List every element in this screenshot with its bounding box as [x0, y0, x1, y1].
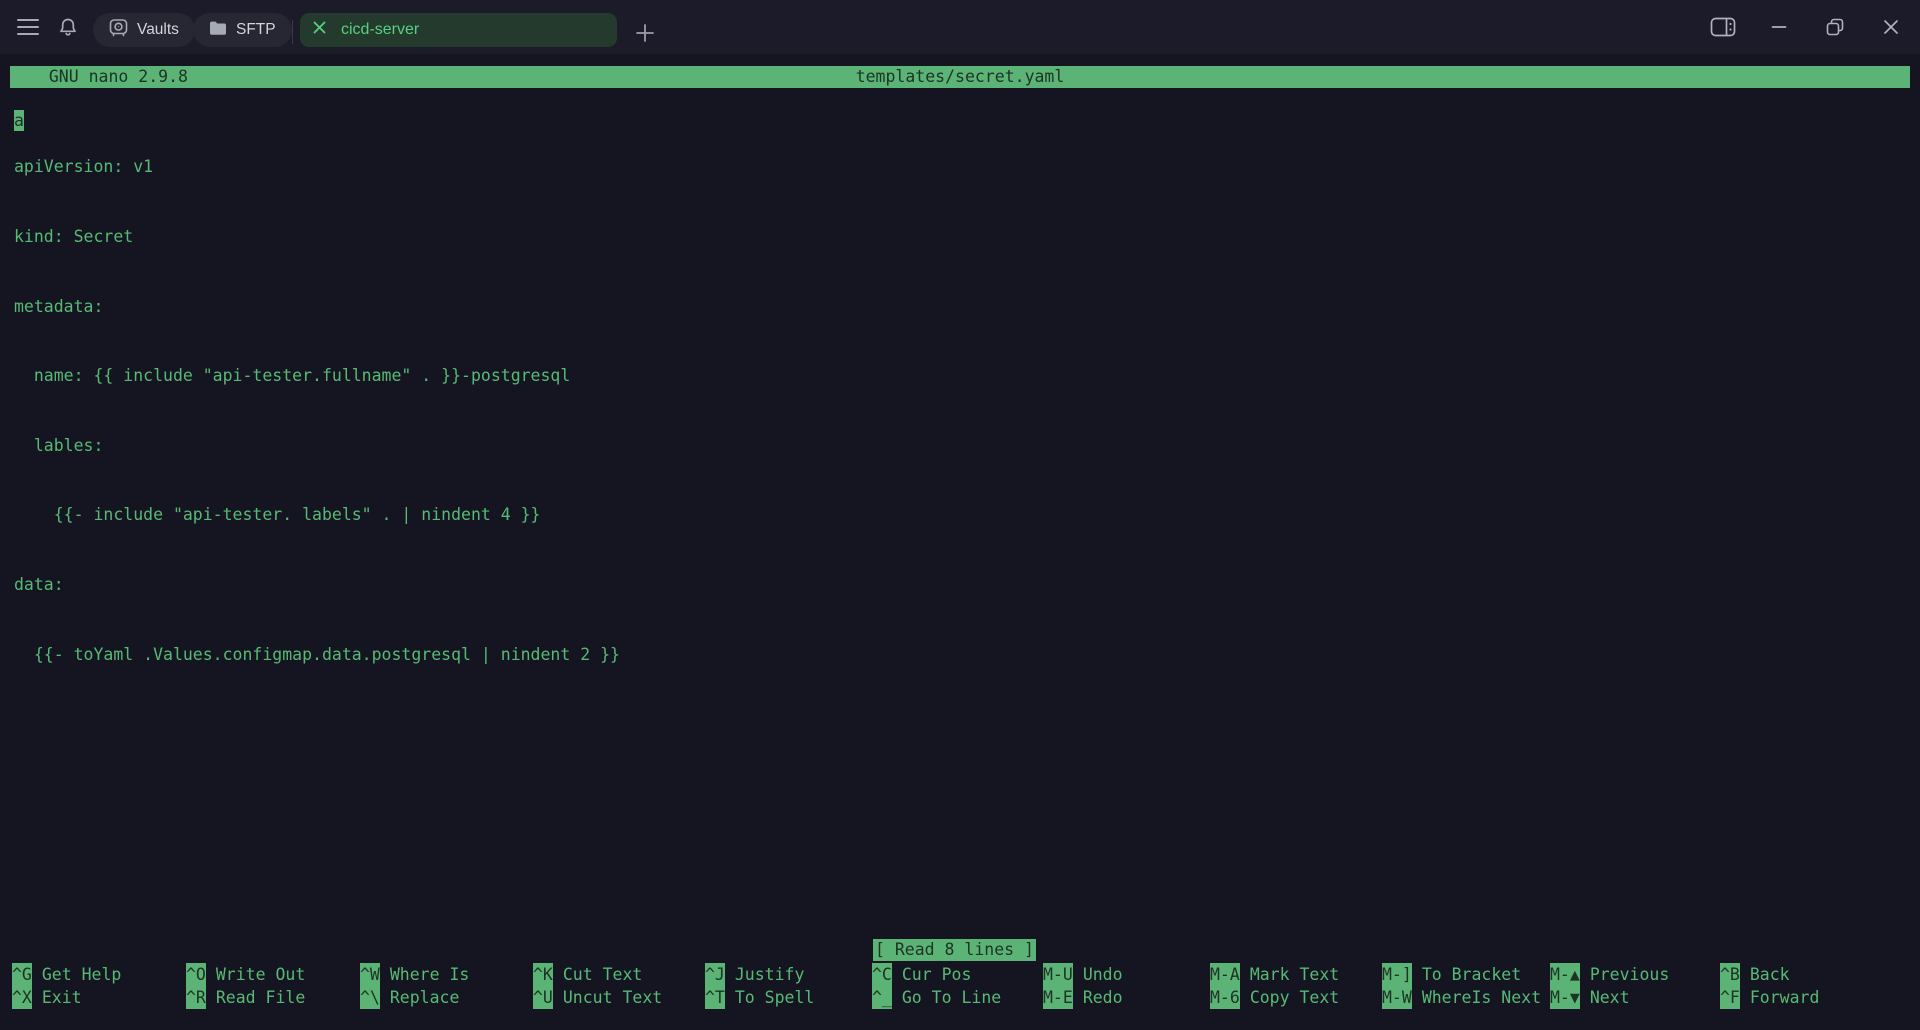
app-window: Vaults SFTP cicd-server GNU nano 2.9.8 t… [0, 0, 1920, 1030]
editor-line: {{- include "api-tester. labels" . | nin… [14, 505, 541, 525]
nano-shortcut-column: ^K Cut Text ^U Uncut Text [533, 963, 705, 1009]
nano-shortcut-column: ^W Where Is ^\ Replace [360, 963, 532, 1009]
shortcut-key[interactable]: M-W [1382, 986, 1412, 1009]
shortcut-label: Write Out [215, 965, 306, 984]
tab-cicd-server-label: cicd-server [341, 21, 420, 38]
nano-filename-label: templates/secret.yaml [855, 67, 1065, 86]
shortcut-key[interactable]: ^_ [872, 986, 892, 1009]
tab-vaults-label: Vaults [137, 21, 179, 38]
shortcut-label: Copy Text [1249, 988, 1340, 1007]
tab-separator [292, 20, 293, 44]
shortcut-key[interactable]: M-▼ [1550, 986, 1580, 1009]
nano-shortcut-column: M-▲ Previous M-▼ Next [1550, 963, 1722, 1009]
minimize-icon[interactable] [1762, 10, 1796, 44]
editor-line: {{- toYaml .Values.configmap.data.postgr… [14, 644, 620, 664]
shortcut-label: Replace [389, 988, 460, 1007]
shortcut-key[interactable]: ^F [1720, 986, 1740, 1009]
panel-toggle-icon[interactable] [1706, 10, 1740, 44]
vault-icon [109, 18, 128, 42]
shortcut-label: WhereIs Next [1421, 988, 1542, 1007]
bell-icon[interactable] [58, 17, 78, 43]
shortcut-key[interactable]: M-A [1210, 963, 1240, 986]
shortcut-label: Back [1749, 965, 1790, 984]
shortcut-label: Undo [1082, 965, 1123, 984]
nano-shortcut-column: ^O Write Out ^R Read File [186, 963, 358, 1009]
nano-shortcut-column: M-U Undo M-E Redo [1043, 963, 1215, 1009]
shortcut-key[interactable]: ^\ [360, 986, 380, 1009]
shortcut-key[interactable]: ^O [186, 963, 206, 986]
shortcut-label: To Spell [734, 988, 815, 1007]
editor-line: kind: Secret [14, 227, 134, 246]
nano-shortcut-column: ^C Cur Pos ^_ Go To Line [872, 963, 1044, 1009]
shortcut-key[interactable]: ^G [12, 963, 32, 986]
nano-shortcut-column: M-] To Bracket M-W WhereIs Next [1382, 963, 1554, 1009]
editor-line: metadata: [14, 296, 104, 316]
shortcut-key[interactable]: ^W [360, 963, 380, 986]
nano-title-bar: GNU nano 2.9.8 templates/secret.yaml [10, 66, 1910, 88]
shortcut-key[interactable]: ^B [1720, 963, 1740, 986]
nano-status-message: [ Read 8 lines ] [873, 939, 1036, 961]
shortcut-label: Mark Text [1249, 965, 1340, 984]
editor-content[interactable]: apiVersion: v1 kind: Secret metadata: na… [14, 109, 620, 712]
shortcut-label: Go To Line [901, 988, 1002, 1007]
window-controls [1706, 0, 1908, 54]
menu-icon[interactable] [17, 19, 39, 35]
nano-shortcut-column: ^B Back ^F Forward [1720, 963, 1892, 1009]
tab-vaults[interactable]: Vaults [93, 13, 195, 47]
shortcut-key[interactable]: M-6 [1210, 986, 1240, 1009]
nano-shortcut-column: M-A Mark Text M-6 Copy Text [1210, 963, 1382, 1009]
new-tab-icon[interactable] [634, 22, 656, 44]
nano-shortcut-column: ^G Get Help ^X Exit [12, 963, 184, 1009]
nano-shortcut-column: ^J Justify ^T To Spell [705, 963, 877, 1009]
title-bar: Vaults SFTP cicd-server [0, 0, 1920, 54]
shortcut-label: Forward [1749, 988, 1820, 1007]
shortcut-key[interactable]: M-U [1043, 963, 1073, 986]
shortcut-key[interactable]: M-] [1382, 963, 1412, 986]
shortcut-key[interactable]: ^X [12, 986, 32, 1009]
shortcut-label: Cut Text [562, 965, 643, 984]
shortcut-label: Redo [1082, 988, 1123, 1007]
shortcut-label: Next [1589, 988, 1630, 1007]
restore-icon[interactable] [1818, 10, 1852, 44]
shortcut-label: Read File [215, 988, 306, 1007]
shortcut-label: Exit [41, 988, 82, 1007]
shortcut-key[interactable]: M-E [1043, 986, 1073, 1009]
close-tab-icon[interactable] [312, 20, 327, 40]
text-cursor: a [14, 110, 24, 131]
terminal-view[interactable]: GNU nano 2.9.8 templates/secret.yaml api… [0, 54, 1920, 1030]
shortcut-key[interactable]: ^C [872, 963, 892, 986]
shortcut-key[interactable]: ^T [705, 986, 725, 1009]
shortcut-key[interactable]: ^J [705, 963, 725, 986]
shortcut-key[interactable]: ^K [533, 963, 553, 986]
editor-line: data: [14, 574, 64, 594]
tab-sftp[interactable]: SFTP [193, 13, 292, 47]
shortcut-key[interactable]: ^U [533, 986, 553, 1009]
shortcut-key[interactable]: ^R [186, 986, 206, 1009]
shortcut-label: Previous [1589, 965, 1670, 984]
shortcut-label: Uncut Text [562, 988, 663, 1007]
shortcut-label: To Bracket [1421, 965, 1522, 984]
editor-line: lables: [14, 435, 104, 455]
editor-line: name: {{ include "api-tester.fullname" .… [14, 366, 571, 386]
shortcut-label: Justify [734, 965, 805, 984]
editor-line: apiVersion: v1 [14, 157, 154, 177]
tab-sftp-label: SFTP [236, 21, 276, 38]
shortcut-label: Cur Pos [901, 965, 972, 984]
folder-icon [209, 20, 227, 41]
shortcut-label: Get Help [41, 965, 122, 984]
shortcut-label: Where Is [389, 965, 470, 984]
tab-cicd-server[interactable]: cicd-server [300, 13, 617, 47]
shortcut-key[interactable]: M-▲ [1550, 963, 1580, 986]
close-window-icon[interactable] [1874, 10, 1908, 44]
